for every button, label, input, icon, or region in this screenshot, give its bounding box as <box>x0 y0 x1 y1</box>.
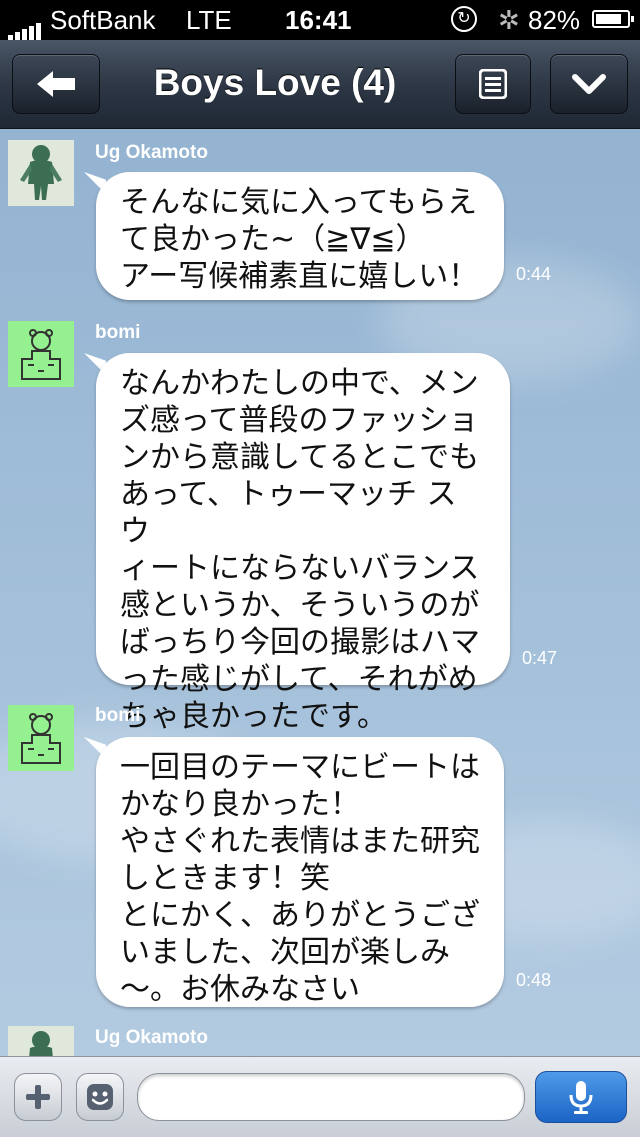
voice-message-button[interactable] <box>535 1071 627 1123</box>
message-input[interactable] <box>137 1073 525 1121</box>
battery-fill <box>596 14 621 24</box>
chevron-down-icon <box>572 74 606 94</box>
carrier-name: SoftBank <box>50 5 156 35</box>
monster-figure-icon <box>8 1026 74 1056</box>
microphone-icon <box>569 1081 593 1114</box>
expand-options-button[interactable] <box>550 54 628 114</box>
plus-icon <box>26 1085 50 1109</box>
bear-sticker-icon <box>8 705 74 771</box>
sticker-button[interactable] <box>76 1073 124 1121</box>
message-time: 0:47 <box>522 648 558 668</box>
status-bar: SoftBank LTE 16:41 ↻ ✲ 82% <box>0 0 640 41</box>
message-bubble[interactable]: 一回目のテーマにビートは かなり良かった！ やさぐれた表情はまた研究 しときます… <box>96 737 504 1007</box>
chat-title: Boys Love (4) <box>153 62 397 103</box>
sender-name: bomi <box>95 705 141 726</box>
sender-name: Ug Okamoto <box>95 142 208 163</box>
chat-menu-button[interactable] <box>455 54 531 114</box>
message-bubble[interactable]: そんなに気に入ってもらえ て良かった~（≧∇≦） アー写候補素直に嬉しい！ <box>96 172 504 300</box>
sender-name: bomi <box>95 322 141 343</box>
menu-list-icon <box>479 69 507 99</box>
avatar[interactable] <box>8 1026 74 1056</box>
back-arrow-icon <box>37 71 75 97</box>
sender-name: Ug Okamoto <box>95 1027 208 1048</box>
message-input-bar <box>0 1056 640 1137</box>
status-time: 16:41 <box>285 5 352 35</box>
bear-sticker-icon <box>8 321 74 387</box>
add-attachment-button[interactable] <box>14 1073 62 1121</box>
bluetooth-icon: ✲ <box>498 5 520 35</box>
chat-header: Boys Love (4) <box>0 40 640 129</box>
avatar[interactable] <box>8 705 74 771</box>
emoji-icon <box>87 1084 113 1110</box>
battery-percent: 82% <box>528 5 581 35</box>
message-bubble[interactable]: なんかわたしの中で、メン ズ感って普段のファッショ ンから意識してるとこでも あ… <box>96 353 510 734</box>
battery-icon <box>592 10 634 28</box>
avatar[interactable] <box>8 321 74 387</box>
back-button[interactable] <box>12 54 100 114</box>
network-type: LTE <box>186 5 232 35</box>
avatar[interactable] <box>8 140 74 206</box>
signal-strength-icon <box>8 10 43 41</box>
message-time: 0:48 <box>516 970 552 990</box>
message-time: 0:44 <box>516 264 552 284</box>
rotation-lock-icon: ↻ <box>451 6 477 32</box>
monster-figure-icon <box>8 140 74 206</box>
